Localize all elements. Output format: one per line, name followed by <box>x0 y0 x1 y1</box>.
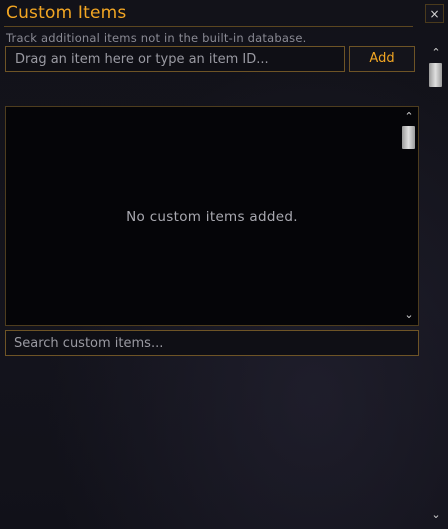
close-button[interactable]: × <box>425 4 444 23</box>
title-divider <box>4 26 413 27</box>
panel-scrollbar[interactable]: ⌃ ⌄ <box>427 44 445 526</box>
list-scroll-thumb[interactable] <box>402 126 415 149</box>
add-button[interactable]: Add <box>349 46 415 72</box>
panel-scroll-thumb[interactable] <box>429 63 442 87</box>
panel-title: Custom Items <box>6 3 127 23</box>
close-icon: × <box>429 7 440 21</box>
panel-scroll-down-icon[interactable]: ⌄ <box>427 508 445 522</box>
panel-scroll-up-icon[interactable]: ⌃ <box>427 46 445 60</box>
panel-description: Track additional items not in the built-… <box>6 31 307 45</box>
custom-items-list[interactable]: No custom items added. ⌃ ⌄ <box>5 106 419 326</box>
custom-items-panel: Custom Items × Track additional items no… <box>0 0 448 529</box>
list-scrollbar[interactable]: ⌃ ⌄ <box>401 109 417 323</box>
empty-list-message: No custom items added. <box>126 209 298 225</box>
item-id-input[interactable] <box>5 46 345 72</box>
search-custom-items-input[interactable] <box>5 330 419 356</box>
list-scroll-up-icon[interactable]: ⌃ <box>401 110 417 124</box>
list-scroll-down-icon[interactable]: ⌄ <box>401 308 417 322</box>
